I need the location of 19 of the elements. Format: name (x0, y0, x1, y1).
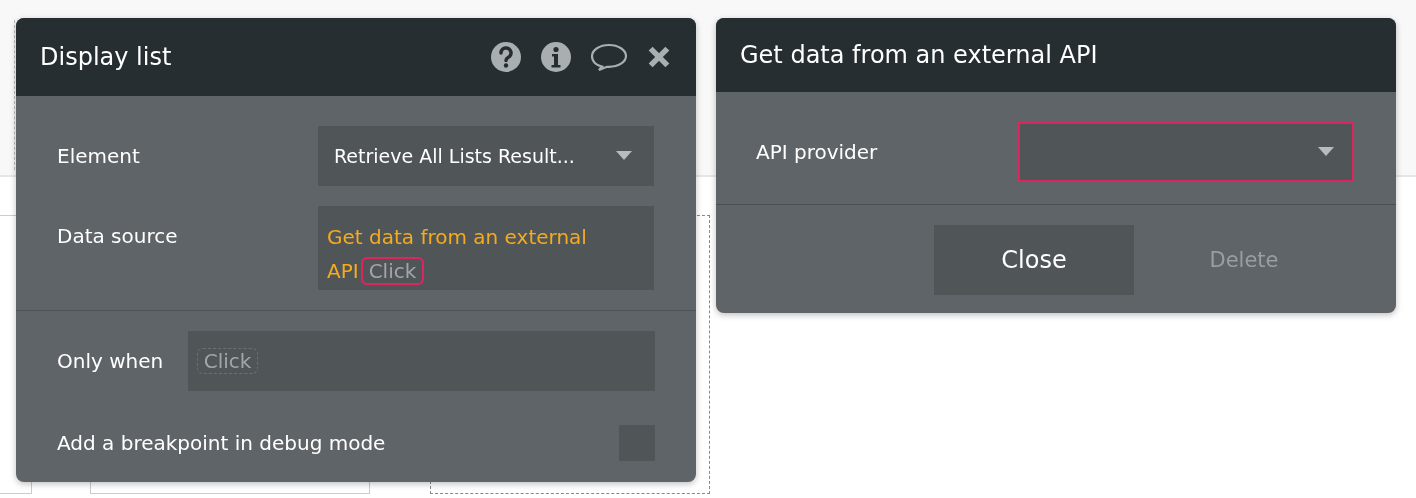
comment-icon[interactable] (590, 42, 628, 72)
data-source-field[interactable]: Get data from an external API Click (318, 206, 654, 290)
close-button[interactable]: Close (934, 225, 1134, 295)
field-label: Data source (57, 223, 179, 248)
field-label: Element (57, 144, 141, 168)
element-dropdown[interactable]: Retrieve All Lists Result... (318, 126, 654, 186)
click-chip[interactable]: Click (196, 348, 259, 374)
field-label: API provider (756, 140, 879, 164)
close-icon[interactable] (646, 44, 672, 70)
panel-title: Display list (40, 43, 172, 71)
panel-title: Get data from an external API (740, 41, 1098, 69)
info-icon[interactable] (540, 41, 572, 73)
field-label: Add a breakpoint in debug mode (57, 431, 386, 455)
caret-icon (616, 151, 632, 161)
field-label: Only when (57, 349, 165, 373)
condition-field[interactable]: Click (187, 331, 655, 391)
caret-icon (1318, 147, 1334, 157)
click-chip[interactable]: Click (360, 257, 425, 285)
help-icon[interactable] (490, 41, 522, 73)
